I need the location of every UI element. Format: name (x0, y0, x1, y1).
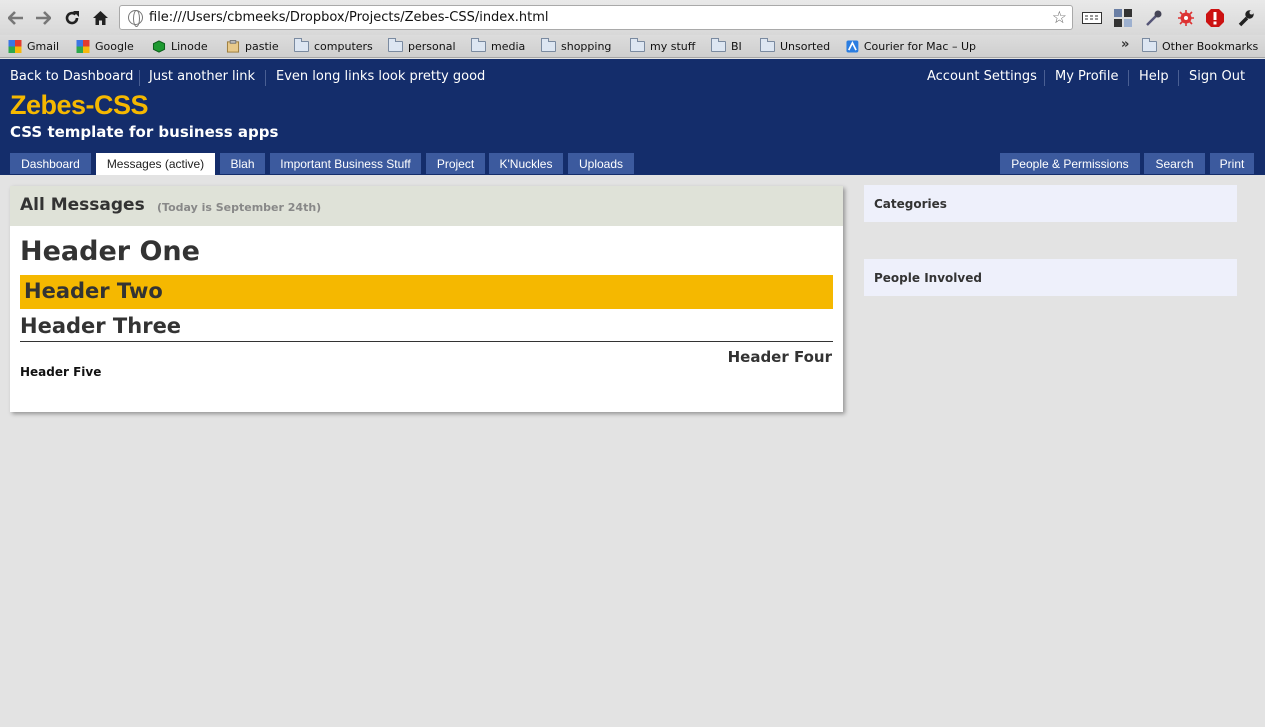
people-involved-title: People Involved (874, 271, 982, 285)
bookmark-label: media (491, 40, 526, 53)
tab-uploads[interactable]: Uploads (568, 153, 634, 174)
google-icon (76, 40, 90, 53)
extension-bug-icon[interactable] (1176, 8, 1196, 28)
bookmark-label: Linode (171, 40, 208, 53)
tab-print[interactable]: Print (1210, 153, 1254, 174)
other-bookmarks-label: Other Bookmarks (1162, 40, 1259, 53)
tab-blah[interactable]: Blah (220, 153, 265, 174)
folder-icon (541, 38, 556, 52)
site-header: Back to Dashboard Just another link Even… (0, 59, 1265, 175)
linode-icon (152, 40, 166, 53)
tab-important-business-stuff[interactable]: Important Business Stuff (270, 153, 421, 174)
bookmark-label: Courier for Mac – Up (863, 40, 976, 53)
bookmarks-bar: Gmail Google Linode pastie computers per… (0, 35, 1265, 58)
divider (1044, 70, 1045, 86)
header-five: Header Five (20, 365, 102, 379)
folder-icon (760, 38, 775, 52)
bookmark-label: BI (731, 40, 742, 53)
bookmark-label: shopping (561, 40, 612, 53)
other-bookmarks[interactable]: Other Bookmarks (1142, 38, 1258, 55)
messages-panel: All Messages (Today is September 24th) H… (10, 186, 843, 412)
extension-grid-icon[interactable] (1113, 8, 1133, 28)
courier-icon (846, 40, 859, 53)
eyedropper-icon[interactable] (1144, 8, 1164, 28)
clipboard-icon (226, 40, 240, 53)
wrench-icon[interactable] (1236, 8, 1256, 28)
link-help[interactable]: Help (1139, 69, 1169, 84)
header-three-underline (20, 341, 833, 342)
panel-header: All Messages (Today is September 24th) (10, 186, 843, 226)
link-account-settings[interactable]: Account Settings (927, 69, 1037, 84)
reload-icon[interactable] (62, 8, 82, 28)
bookmark-personal[interactable]: personal (388, 38, 456, 55)
bookmark-gmail[interactable]: Gmail (8, 38, 59, 55)
site-title[interactable]: Zebes-CSS (10, 90, 149, 121)
folder-icon (294, 38, 309, 52)
tab-people-permissions[interactable]: People & Permissions (1000, 153, 1140, 174)
globe-icon (128, 10, 143, 27)
bookmark-label: Google (95, 40, 134, 53)
more-bookmarks-chevron[interactable]: » (1121, 37, 1129, 52)
home-icon[interactable] (90, 8, 110, 28)
divider (265, 70, 266, 86)
bookmark-pastie[interactable]: pastie (226, 38, 279, 55)
google-icon (8, 40, 22, 53)
bookmark-label: personal (408, 40, 456, 53)
header-four: Header Four (727, 348, 832, 366)
divider (139, 70, 140, 86)
bookmark-label: pastie (245, 40, 279, 53)
forward-icon[interactable] (33, 8, 53, 28)
date-note: (Today is September 24th) (157, 201, 322, 214)
categories-box: Categories (864, 185, 1237, 222)
bookmark-unsorted[interactable]: Unsorted (760, 38, 830, 55)
adblock-icon[interactable] (1205, 8, 1225, 28)
address-bar[interactable]: file:///Users/cbmeeks/Dropbox/Projects/Z… (119, 5, 1073, 30)
bookmark-my-stuff[interactable]: my stuff (630, 38, 695, 55)
site-subtitle: CSS template for business apps (10, 123, 279, 141)
link-even-long-links[interactable]: Even long links look pretty good (276, 69, 485, 84)
bookmark-google[interactable]: Google (76, 38, 134, 55)
header-three: Header Three (20, 314, 182, 338)
bookmark-computers[interactable]: computers (294, 38, 373, 55)
link-sign-out[interactable]: Sign Out (1189, 69, 1245, 84)
bookmark-courier[interactable]: Courier for Mac – Up (846, 38, 976, 55)
url-text[interactable]: file:///Users/cbmeeks/Dropbox/Projects/Z… (149, 10, 549, 25)
folder-icon (711, 38, 726, 52)
tab-search[interactable]: Search (1144, 153, 1205, 174)
tab-dashboard[interactable]: Dashboard (10, 153, 91, 174)
divider (1178, 70, 1179, 86)
link-back-to-dashboard[interactable]: Back to Dashboard (10, 69, 133, 84)
header-one: Header One (20, 236, 200, 267)
folder-icon (388, 38, 403, 52)
tab-project[interactable]: Project (426, 153, 485, 174)
header-two: Header Two (24, 279, 163, 303)
bookmark-bi[interactable]: BI (711, 38, 742, 55)
divider (1128, 70, 1129, 86)
tab-knuckles[interactable]: K'Nuckles (489, 153, 563, 174)
back-icon[interactable] (6, 8, 26, 28)
folder-icon (630, 38, 645, 52)
bookmark-label: Gmail (27, 40, 60, 53)
bookmark-shopping[interactable]: shopping (541, 38, 611, 55)
header-two-bar: Header Two (20, 275, 833, 309)
tab-messages[interactable]: Messages (active) (96, 153, 215, 175)
bookmark-linode[interactable]: Linode (152, 38, 208, 55)
folder-icon (1142, 38, 1157, 52)
folder-icon (471, 38, 486, 52)
extension-reader-icon[interactable] (1082, 8, 1102, 28)
link-my-profile[interactable]: My Profile (1055, 69, 1118, 84)
bookmark-label: Unsorted (780, 40, 831, 53)
star-icon[interactable]: ☆ (1052, 8, 1067, 28)
people-involved-box: People Involved (864, 259, 1237, 296)
link-just-another[interactable]: Just another link (149, 69, 255, 84)
bookmark-label: computers (314, 40, 373, 53)
categories-title: Categories (874, 197, 947, 211)
panel-title: All Messages (20, 195, 145, 215)
bookmark-label: my stuff (650, 40, 696, 53)
browser-toolbar: file:///Users/cbmeeks/Dropbox/Projects/Z… (0, 0, 1265, 35)
bookmark-media[interactable]: media (471, 38, 525, 55)
